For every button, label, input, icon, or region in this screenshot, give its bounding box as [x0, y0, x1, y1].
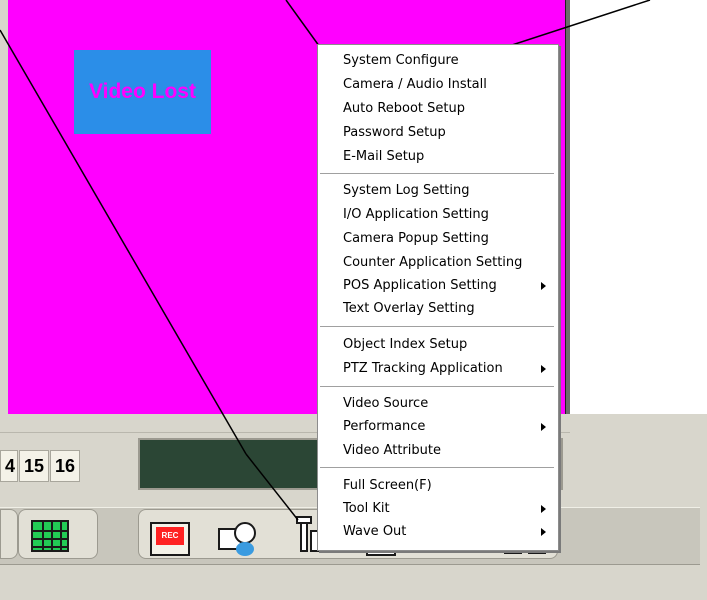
menu-item-video-attribute[interactable]: Video Attribute	[343, 440, 441, 462]
camera-number-button[interactable]: 16	[50, 450, 80, 482]
camera-number-strip: 4 15 16	[0, 450, 81, 482]
menu-item-email-setup[interactable]: E-Mail Setup	[343, 146, 424, 168]
submenu-arrow-icon	[541, 528, 546, 536]
config-stem-shape	[300, 522, 308, 552]
menu-item-system-log-setting[interactable]: System Log Setting	[343, 180, 470, 202]
grid-icon	[31, 520, 69, 552]
submenu-arrow-icon	[541, 505, 546, 513]
record-icon[interactable]: REC	[150, 522, 190, 556]
menu-item-pos-application-setting[interactable]: POS Application Setting	[343, 275, 497, 297]
grid-layout-button[interactable]	[18, 509, 98, 559]
menu-item-io-application-setting[interactable]: I/O Application Setting	[343, 204, 489, 226]
menu-item-password-setup[interactable]: Password Setup	[343, 122, 446, 144]
rec-label: REC	[156, 527, 184, 545]
submenu-arrow-icon	[541, 282, 546, 290]
submenu-arrow-icon	[541, 365, 546, 373]
menu-item-tool-kit[interactable]: Tool Kit	[343, 498, 390, 520]
menu-item-counter-application-setting[interactable]: Counter Application Setting	[343, 252, 522, 274]
menu-item-auto-reboot-setup[interactable]: Auto Reboot Setup	[343, 98, 465, 120]
layout-button[interactable]	[0, 509, 18, 559]
menu-separator	[320, 467, 554, 469]
menu-item-camera-audio-install[interactable]: Camera / Audio Install	[343, 74, 487, 96]
menu-item-video-source[interactable]: Video Source	[343, 393, 428, 415]
menu-item-full-screen[interactable]: Full Screen(F)	[343, 475, 432, 497]
menu-item-text-overlay-setting[interactable]: Text Overlay Setting	[343, 298, 475, 320]
camera-number-button[interactable]: 15	[19, 450, 49, 482]
menu-item-camera-popup-setting[interactable]: Camera Popup Setting	[343, 228, 489, 250]
schedule-icon[interactable]	[218, 522, 260, 558]
context-menu: System Configure Camera / Audio Install …	[317, 44, 559, 551]
submenu-arrow-icon	[541, 423, 546, 431]
menu-item-object-index-setup[interactable]: Object Index Setup	[343, 334, 467, 356]
camera-number-button[interactable]: 4	[0, 450, 18, 482]
globe-icon	[236, 542, 254, 556]
menu-separator	[320, 326, 554, 328]
clock-icon	[234, 522, 256, 544]
menu-item-ptz-tracking-application[interactable]: PTZ Tracking Application	[343, 358, 503, 380]
menu-item-wave-out[interactable]: Wave Out	[343, 521, 406, 543]
video-frame-shadow	[566, 0, 570, 418]
menu-item-performance[interactable]: Performance	[343, 416, 425, 438]
menu-separator	[320, 386, 554, 388]
menu-item-system-configure[interactable]: System Configure	[343, 50, 459, 72]
menu-separator	[320, 173, 554, 175]
video-lost-badge: Video Lost	[74, 50, 211, 134]
